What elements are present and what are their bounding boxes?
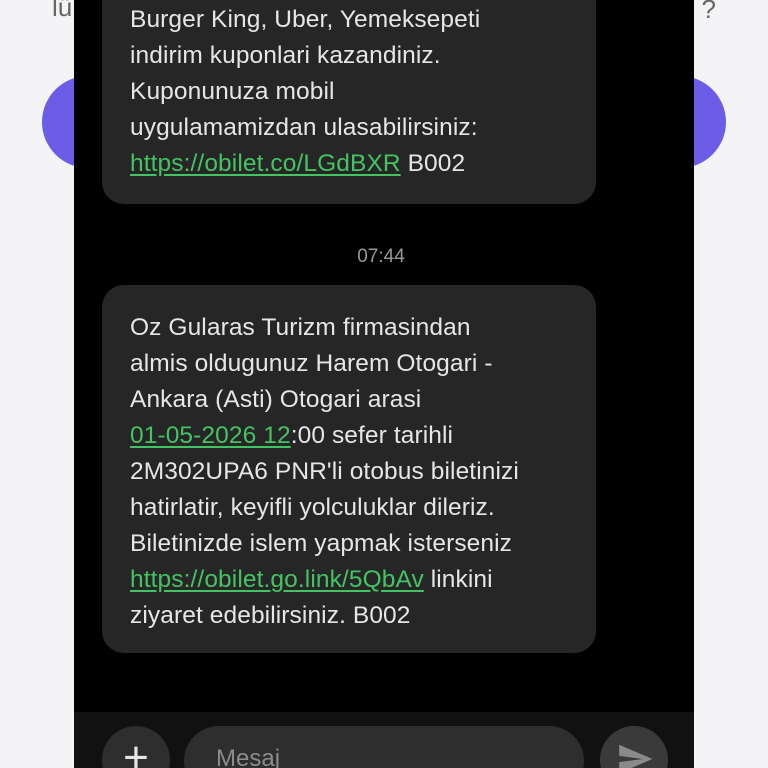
coupon-link[interactable]: https://obilet.co/LGdBXR	[130, 150, 401, 177]
send-button[interactable]	[600, 726, 668, 768]
message-line: hatirlatir, keyifli yolculuklar dileriz.	[130, 494, 495, 521]
message-thread: Burger King, Uber, Yemeksepeti indirim k…	[74, 0, 694, 768]
message-bubble[interactable]: Oz Gularas Turizm firmasindan almis oldu…	[102, 285, 596, 653]
message-line: uygulamamizdan ulasabilirsiniz:	[130, 114, 478, 141]
message-line: ziyaret edebilirsiniz. B002	[130, 602, 411, 629]
ticket-link[interactable]: https://obilet.go.link/5QbAv	[130, 566, 424, 593]
message-line: https://obilet.co/LGdBXR B002	[130, 150, 466, 177]
message-line: Kuponunuza mobil	[130, 78, 335, 105]
message-bubble[interactable]: Burger King, Uber, Yemeksepeti indirim k…	[102, 0, 596, 204]
date-link[interactable]: 01-05-2026 12	[130, 422, 291, 449]
send-icon	[619, 744, 653, 768]
background-text-left: lü	[52, 0, 73, 22]
message-line: Biletinizde islem yapmak isterseniz	[130, 530, 513, 557]
attach-button[interactable]: +	[102, 726, 170, 768]
message-line: Oz Gularas Turizm firmasindan	[130, 314, 471, 341]
message-line: 2M302UPA6 PNR'li otobus biletinizi	[130, 458, 519, 485]
screen: lü ? Burger King, Uber, Yemeksepeti indi…	[0, 0, 768, 768]
message-line: 01-05-2026 12:00 sefer tarihli	[130, 422, 454, 449]
message-line: Ankara (Asti) Otogari arasi	[130, 386, 422, 413]
message-line: almis oldugunuz Harem Otogari -	[130, 350, 493, 377]
message-timestamp: 07:44	[357, 246, 405, 267]
message-line: Burger King, Uber, Yemeksepeti	[130, 6, 481, 33]
composer-bar: + Mesaj	[74, 712, 694, 768]
message-line: indirim kuponlari kazandiniz.	[130, 42, 441, 69]
background-text-right: ?	[701, 0, 716, 24]
message-line: https://obilet.go.link/5QbAv linkini	[130, 566, 493, 593]
message-input[interactable]: Mesaj	[184, 726, 584, 768]
